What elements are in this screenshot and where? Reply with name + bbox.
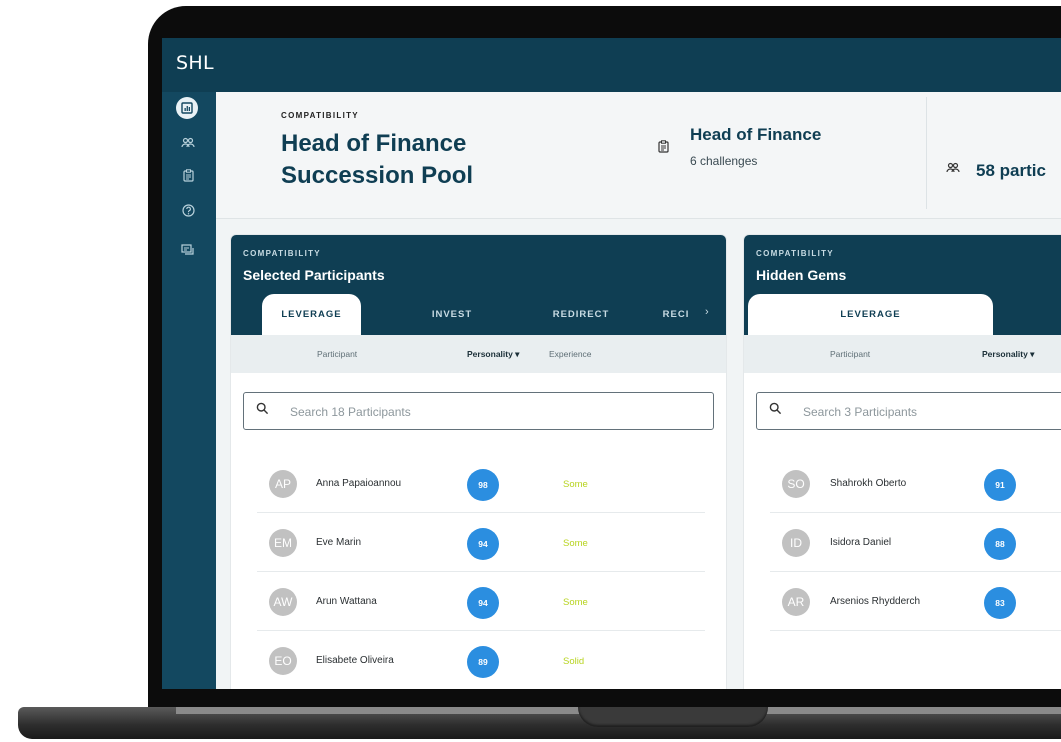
column-header: Participant Personality ▾ <box>744 335 1061 373</box>
col-personality[interactable]: Personality ▾ <box>982 349 1034 360</box>
list-item[interactable]: EM Eve Marin 94 Some <box>231 513 726 572</box>
laptop-notch <box>578 707 768 727</box>
search-input[interactable] <box>288 393 692 430</box>
participant-name: Shahrokh Oberto <box>830 478 907 489</box>
search-box <box>756 392 1061 430</box>
col-participant[interactable]: Participant <box>317 349 357 359</box>
col-personality[interactable]: Personality ▾ <box>467 349 519 360</box>
chat-icon[interactable] <box>179 241 197 259</box>
dashboard-icon[interactable] <box>176 97 198 119</box>
avatar: EO <box>269 647 297 675</box>
header-divider <box>926 97 927 209</box>
col-participant[interactable]: Participant <box>830 349 870 359</box>
col-experience[interactable]: Experience <box>549 349 592 359</box>
experience-level: Solid <box>563 656 585 667</box>
clipboard-icon[interactable] <box>179 166 197 184</box>
panel-kicker: COMPATIBILITY <box>243 249 321 258</box>
avatar: AR <box>782 588 810 616</box>
list-item[interactable]: EO Elisabete Oliveira 89 Solid <box>231 631 726 689</box>
column-header: Participant Personality ▾ Experience <box>231 335 726 373</box>
page-title: Head of Finance Succession Pool <box>281 130 474 189</box>
experience-level: Some <box>563 597 588 608</box>
personality-score: 91 <box>984 469 1016 501</box>
tab-leverage[interactable]: LEVERAGE <box>748 294 993 335</box>
role-challenges: 6 challenges <box>690 154 758 168</box>
personality-score: 88 <box>984 528 1016 560</box>
chevron-right-icon[interactable]: › <box>705 306 709 318</box>
avatar: ID <box>782 529 810 557</box>
clipboard-icon <box>658 140 669 156</box>
list-item[interactable]: ID Isidora Daniel 88 <box>744 513 1061 572</box>
hidden-gems-panel: COMPATIBILITY Hidden Gems LEVERAGE Parti… <box>744 235 1061 689</box>
role-title: Head of Finance <box>690 125 822 144</box>
panel-title: Hidden Gems <box>756 267 847 283</box>
page-header: COMPATIBILITY Head of Finance Succession… <box>216 92 1061 219</box>
personality-score: 89 <box>467 646 499 678</box>
selected-participants-panel: COMPATIBILITY Selected Participants LEVE… <box>231 235 726 689</box>
list-item[interactable]: SO Shahrokh Oberto 91 <box>744 454 1061 513</box>
search-input[interactable] <box>801 393 1061 430</box>
participant-name: Anna Papaioannou <box>316 478 402 489</box>
avatar: EM <box>269 529 297 557</box>
participant-name: Elisabete Oliveira <box>316 655 394 666</box>
panel-header: COMPATIBILITY Selected Participants LEVE… <box>231 235 726 335</box>
personality-score: 83 <box>984 587 1016 619</box>
participants-count: 58 partic <box>976 161 1046 180</box>
search-icon <box>769 402 782 418</box>
shl-logo: SHL <box>176 52 214 74</box>
panel-header: COMPATIBILITY Hidden Gems LEVERAGE <box>744 235 1061 335</box>
people-icon <box>946 162 960 177</box>
participant-name: Arun Wattana <box>316 596 377 607</box>
participant-name: Isidora Daniel <box>830 537 892 548</box>
panel-title: Selected Participants <box>243 267 385 283</box>
header-kicker: COMPATIBILITY <box>281 111 359 120</box>
experience-level: Some <box>563 479 588 490</box>
tab-invest[interactable]: INVEST <box>407 294 497 335</box>
people-icon[interactable] <box>179 134 197 152</box>
list-item[interactable]: AW Arun Wattana 94 Some <box>231 572 726 631</box>
app-screen: SHL COMPATIBILITY Head of Finance Succes… <box>162 38 1061 689</box>
avatar: AW <box>269 588 297 616</box>
list-item[interactable]: AR Arsenios Rhydderch 83 <box>744 572 1061 631</box>
top-bar: SHL <box>162 38 1061 92</box>
personality-score: 94 <box>467 587 499 619</box>
participant-name: Eve Marin <box>316 537 362 548</box>
help-icon[interactable] <box>179 201 197 219</box>
panel-kicker: COMPATIBILITY <box>756 249 834 258</box>
search-icon <box>256 402 269 418</box>
personality-score: 98 <box>467 469 499 501</box>
row-divider <box>770 630 1061 631</box>
search-box <box>243 392 714 430</box>
tab-reci[interactable]: RECI <box>661 294 691 335</box>
tab-leverage[interactable]: LEVERAGE <box>262 294 361 335</box>
personality-score: 94 <box>467 528 499 560</box>
sidebar <box>162 92 216 689</box>
experience-level: Some <box>563 538 588 549</box>
list-item[interactable]: AP Anna Papaioannou 98 Some <box>231 454 726 513</box>
avatar: AP <box>269 470 297 498</box>
tab-redirect[interactable]: REDIRECT <box>531 294 631 335</box>
participant-name: Arsenios Rhydderch <box>830 596 921 607</box>
avatar: SO <box>782 470 810 498</box>
